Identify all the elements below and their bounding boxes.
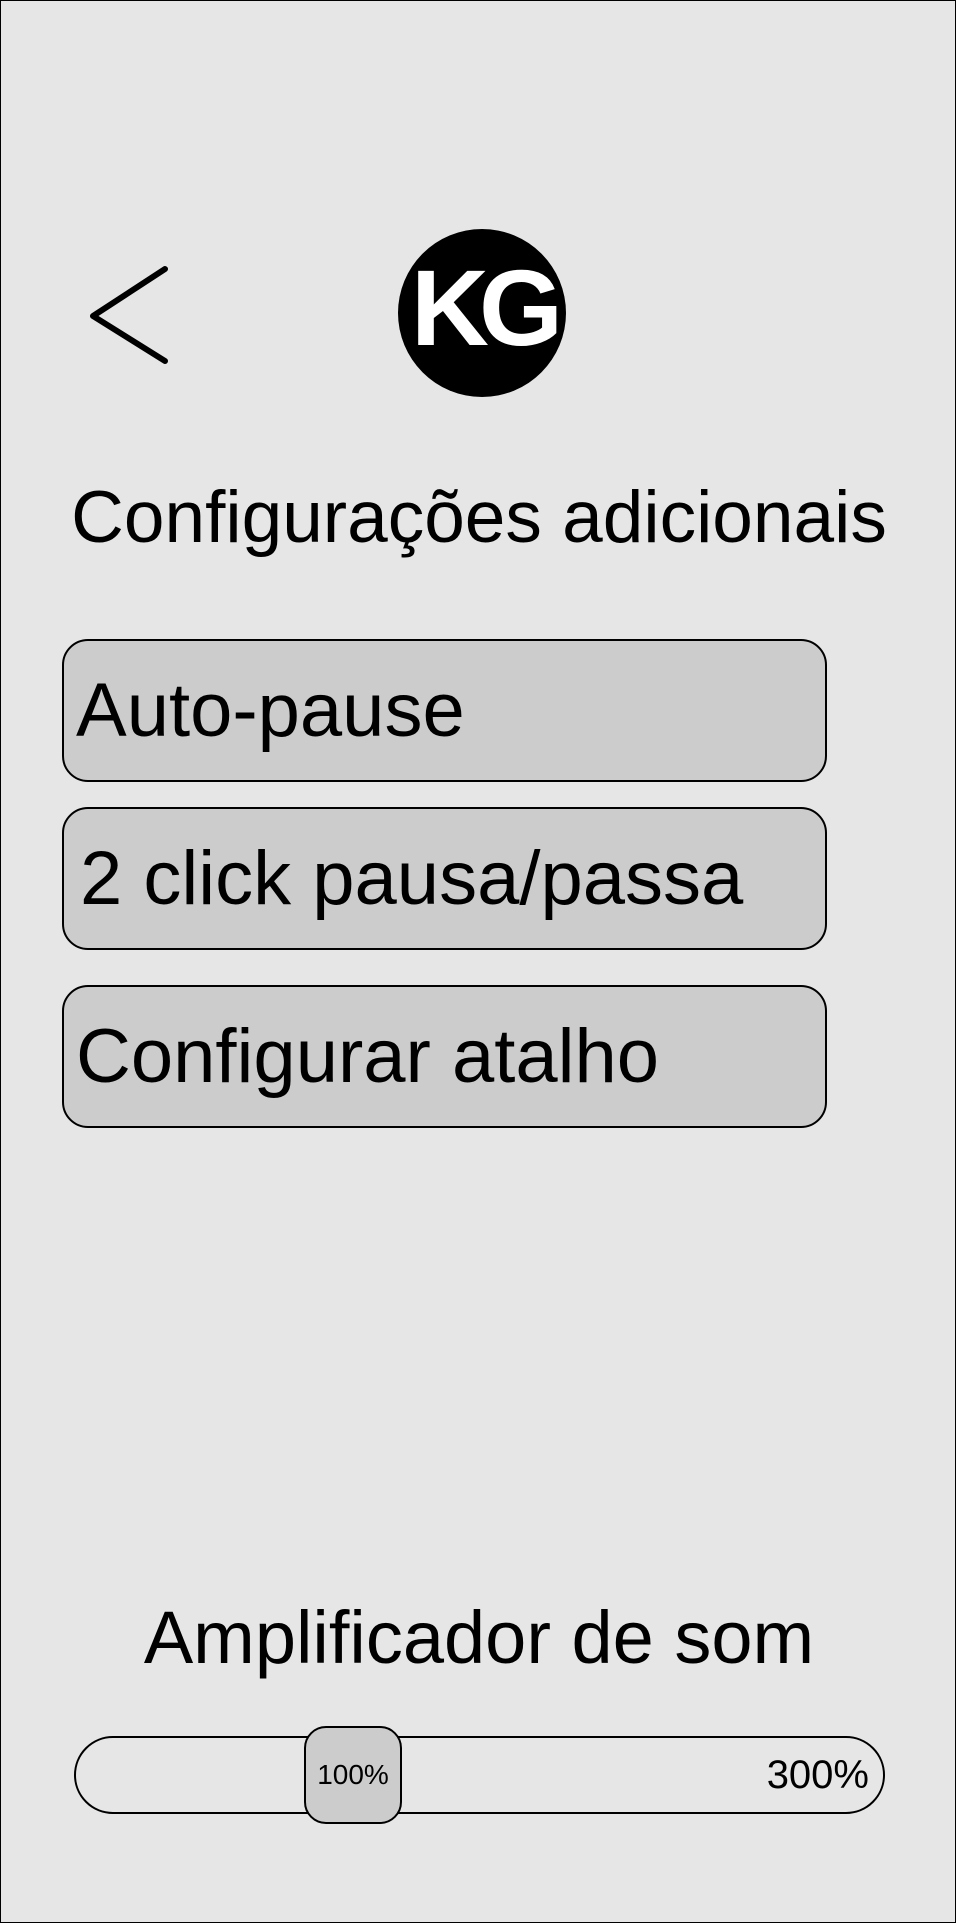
page-title: Configurações adicionais — [71, 477, 887, 558]
settings-screen: KG Configurações adicionais Auto-pause 2… — [0, 0, 956, 1923]
slider-thumb[interactable]: 100% — [304, 1726, 402, 1824]
back-button[interactable] — [83, 261, 173, 371]
sound-amplifier-title: Amplificador de som — [143, 1596, 815, 1679]
chevron-left-icon — [90, 266, 168, 364]
sound-amplifier-slider[interactable]: 300% — [74, 1736, 885, 1814]
app-logo: KG — [396, 227, 568, 399]
double-click-pause-skip-button[interactable]: 2 click pausa/passa — [62, 807, 827, 950]
slider-max-label: 300% — [766, 1753, 869, 1797]
auto-pause-button[interactable]: Auto-pause — [62, 639, 827, 782]
logo-text: KG — [411, 247, 557, 368]
configure-shortcut-button[interactable]: Configurar atalho — [62, 985, 827, 1128]
